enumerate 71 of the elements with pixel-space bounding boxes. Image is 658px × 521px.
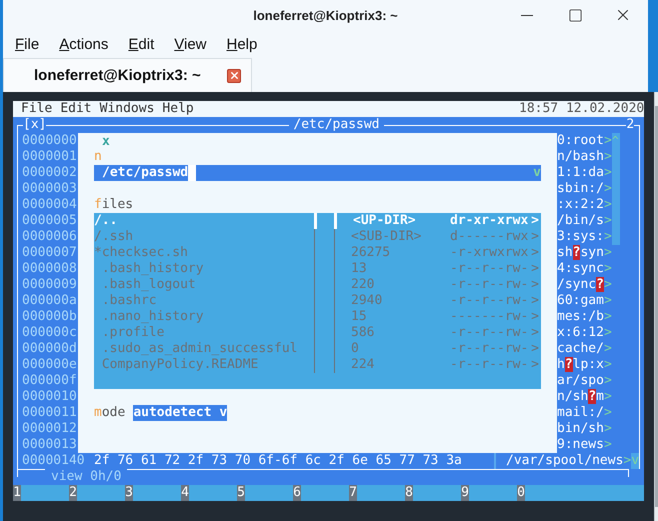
app-menu-item[interactable]: File [21, 101, 52, 116]
list-label: files [94, 197, 134, 213]
mode-label: mode [94, 405, 126, 421]
ascii-text: n/bash> [557, 149, 612, 165]
scroll-thumb[interactable] [612, 149, 620, 245]
offset-label: 000000c [22, 325, 78, 341]
ascii-text: mail:/> [557, 405, 612, 421]
ascii-text: h?lp:x> [557, 357, 612, 373]
offset-label: 0000001 [22, 149, 78, 165]
offset-label: 0000010 [22, 389, 78, 405]
ascii-text: bin/sh> [557, 421, 612, 437]
menu-item[interactable]: View [174, 34, 206, 54]
offset-label: 0000004 [22, 197, 78, 213]
offset-label: 00000140 [21, 453, 86, 469]
panel-title: /etc/passwd [292, 117, 380, 133]
ascii-text: n/sh?m> [557, 389, 612, 405]
tab[interactable]: loneferret@Kioptrix3: ~ [3, 58, 252, 92]
app-menu-item[interactable]: Windows [100, 101, 154, 116]
offset-label: 0000012 [22, 421, 78, 437]
ascii-text: :x:2:2> [557, 197, 612, 213]
clock: 18:57 12.02.2020 [519, 101, 644, 117]
offset-label: 0000005 [22, 213, 78, 229]
offset-label: 0000013 [22, 437, 78, 453]
ascii-text: 4:sync> [557, 261, 612, 277]
menu-item[interactable]: Edit [128, 34, 154, 54]
panel-number: 2 [626, 117, 634, 133]
mode-dropdown[interactable]: autodetect v [133, 405, 228, 421]
panel-close-button[interactable]: [x] [23, 117, 46, 133]
offset-label: 000000a [22, 293, 78, 309]
offset-label: 000000b [22, 309, 78, 325]
file-row[interactable]: /.. <UP-DIR> dr-xr-xrwx > [94, 213, 541, 229]
tab-close-button[interactable] [227, 68, 241, 82]
ascii-text: 60:gam> [557, 293, 612, 309]
hex-bytes: 2f 76 61 72 2f 73 70 6f-6f 6c 2f 6e 65 77 73 3a [94, 453, 463, 469]
maximize-icon [568, 8, 582, 22]
ascii-text: sbin:/> [557, 181, 612, 197]
ascii-text: cache/> [557, 341, 612, 357]
path-input-field[interactable]: /etc/passwd v [94, 165, 541, 181]
minimize-icon [521, 14, 533, 16]
ascii-text: ar/spo> [557, 373, 612, 389]
close-icon [228, 70, 240, 81]
offset-label: 000000f [22, 373, 78, 389]
offset-label: 000000d [22, 341, 78, 357]
ascii-text: 3:sys:> [557, 229, 612, 245]
offset-label: 0000007 [22, 245, 78, 261]
offset-label: 000000e [22, 357, 78, 373]
app-menu-item[interactable]: Edit [60, 101, 92, 116]
ascii-text: 1:1:da> [557, 165, 612, 181]
window-title: loneferret@Kioptrix3: ~ [253, 8, 398, 22]
ascii-text: 0:root> [557, 133, 612, 149]
ascii-text: sh?syn> [557, 245, 612, 261]
field-label: n [94, 149, 102, 165]
offset-label: 0000009 [22, 277, 78, 293]
offset-label: 0000003 [22, 181, 78, 197]
menu-item[interactable]: Actions [59, 34, 108, 54]
ascii-text: x:6:12> [557, 325, 612, 341]
offset-label: 0000008 [22, 261, 78, 277]
ascii-text: /bin/s> [557, 213, 612, 229]
dialog-close-button[interactable]: x [102, 134, 110, 148]
menu-item[interactable]: Help [226, 34, 258, 54]
ascii-text: 9:news> [557, 437, 612, 453]
ascii-text: /sync?> [557, 277, 612, 293]
offset-label: 0000011 [22, 405, 78, 421]
offset-label: 0000002 [22, 165, 78, 181]
ascii-text: mes:/b> [557, 309, 612, 325]
menu-item[interactable]: File [15, 34, 40, 54]
offset-label: 0000000 [22, 133, 78, 149]
offset-label: 0000006 [22, 229, 78, 245]
status-text: view 0h/0 [50, 469, 122, 485]
ascii-text: /var/spool/news> [506, 453, 632, 469]
app-menu-item[interactable]: Help [162, 101, 194, 116]
